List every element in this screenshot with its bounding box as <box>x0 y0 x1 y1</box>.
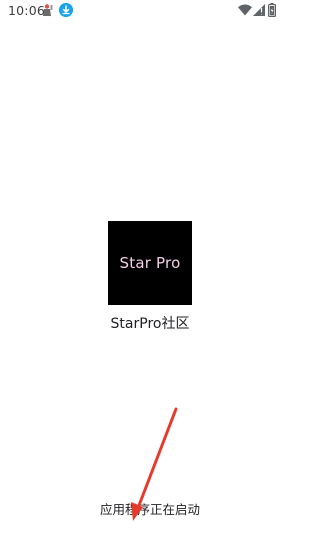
loading-message: 应用程序正在启动 <box>99 502 200 517</box>
status-bar: 10:06 <box>0 0 300 22</box>
download-icon <box>59 3 73 17</box>
notification-app-icon <box>43 4 53 16</box>
status-time: 10:06 <box>8 3 46 18</box>
app-logo: Star Pro <box>108 221 192 305</box>
battery-icon <box>268 3 276 17</box>
cellular-signal-icon <box>253 4 265 16</box>
splash-screen: 10:06 Star Pro StarPro社区 应用程序正在启动 <box>0 0 300 533</box>
app-name: StarPro社区 <box>110 316 190 332</box>
app-logo-text: Star Pro <box>119 254 181 272</box>
wifi-icon <box>238 4 252 16</box>
